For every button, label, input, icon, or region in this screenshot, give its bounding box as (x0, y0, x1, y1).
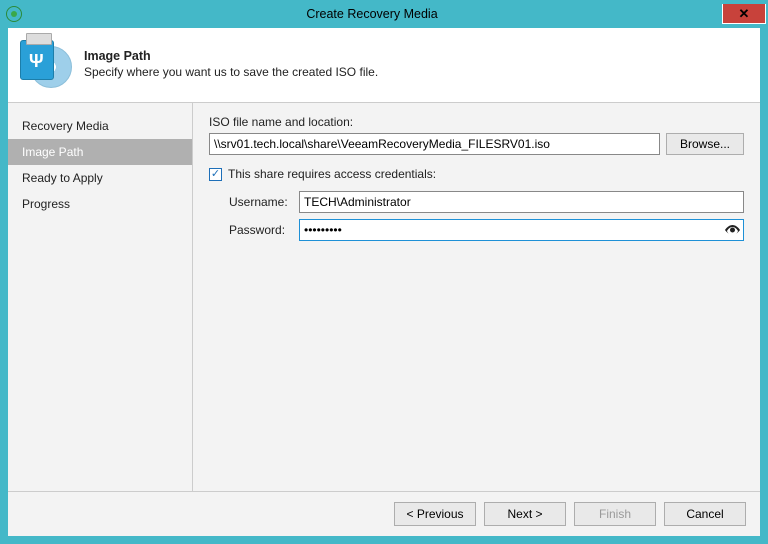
password-input[interactable] (299, 219, 744, 241)
step-content: ISO file name and location: Browse... ✓ … (193, 103, 760, 491)
cancel-button[interactable]: Cancel (664, 502, 746, 526)
credentials-checkbox-label: This share requires access credentials: (228, 167, 436, 181)
previous-button[interactable]: < Previous (394, 502, 476, 526)
reveal-password-icon[interactable] (724, 222, 740, 238)
page-subtitle: Specify where you want us to save the cr… (84, 65, 378, 79)
iso-path-label: ISO file name and location: (209, 115, 744, 129)
browse-button[interactable]: Browse... (666, 133, 744, 155)
page-title: Image Path (84, 49, 378, 63)
step-image-path[interactable]: Image Path (8, 139, 192, 165)
wizard-header: Ψ Image Path Specify where you want us t… (8, 28, 760, 103)
window-title: Create Recovery Media (22, 7, 722, 21)
wizard-window: Create Recovery Media ✕ Ψ Image Path Spe… (0, 0, 768, 544)
next-button[interactable]: Next > (484, 502, 566, 526)
finish-button: Finish (574, 502, 656, 526)
username-label: Username: (209, 195, 299, 209)
step-progress[interactable]: Progress (8, 191, 192, 217)
step-recovery-media[interactable]: Recovery Media (8, 113, 192, 139)
step-ready-to-apply[interactable]: Ready to Apply (8, 165, 192, 191)
recovery-media-icon: Ψ (20, 38, 72, 90)
app-icon (6, 6, 22, 22)
credentials-checkbox[interactable]: ✓ (209, 168, 222, 181)
wizard-content-area: Recovery Media Image Path Ready to Apply… (8, 103, 760, 491)
password-label: Password: (209, 223, 299, 237)
titlebar: Create Recovery Media ✕ (0, 0, 768, 28)
iso-path-input[interactable] (209, 133, 660, 155)
wizard-steps: Recovery Media Image Path Ready to Apply… (8, 103, 193, 491)
username-input[interactable] (299, 191, 744, 213)
wizard-footer: < Previous Next > Finish Cancel (8, 491, 760, 536)
wizard-body: Ψ Image Path Specify where you want us t… (8, 28, 760, 536)
close-button[interactable]: ✕ (722, 4, 766, 24)
